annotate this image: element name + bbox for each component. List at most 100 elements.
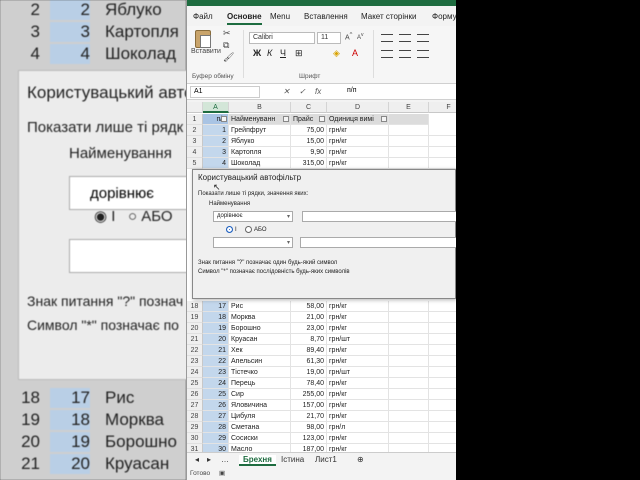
- cell-e[interactable]: [389, 301, 429, 312]
- align-left-icon[interactable]: [381, 50, 393, 58]
- cell-f[interactable]: [429, 323, 456, 334]
- sheet-tab-3[interactable]: Лист1: [311, 455, 341, 464]
- cell-idx[interactable]: 2: [203, 136, 229, 147]
- cell-e[interactable]: [389, 323, 429, 334]
- cell-e[interactable]: [389, 400, 429, 411]
- cell-idx[interactable]: 18: [203, 312, 229, 323]
- cell-idx[interactable]: 29: [203, 433, 229, 444]
- cell-f[interactable]: [429, 367, 456, 378]
- cell-idx[interactable]: 24: [203, 378, 229, 389]
- italic-button[interactable]: К: [267, 48, 272, 58]
- header-cell-price[interactable]: Прайс: [291, 114, 327, 125]
- decrease-font-icon[interactable]: Av: [357, 32, 364, 41]
- align-right-icon[interactable]: [417, 50, 429, 58]
- cell-price[interactable]: 78,40: [291, 378, 327, 389]
- cell-idx[interactable]: 19: [203, 323, 229, 334]
- cell-f[interactable]: [429, 378, 456, 389]
- radio-and-dot[interactable]: [226, 226, 233, 233]
- font-size-select[interactable]: 11: [317, 32, 341, 44]
- cell-idx[interactable]: 26: [203, 400, 229, 411]
- cell-name[interactable]: Грейпфрут: [229, 125, 291, 136]
- row-number[interactable]: 18: [187, 301, 203, 312]
- cell-name[interactable]: Апельсин: [229, 356, 291, 367]
- operator-select-2[interactable]: ▾: [213, 237, 293, 248]
- align-middle-icon[interactable]: [399, 34, 411, 42]
- cell-e[interactable]: [389, 356, 429, 367]
- cell-f[interactable]: [429, 345, 456, 356]
- tab-nav-prev-icon[interactable]: ◂: [191, 455, 203, 464]
- filter-dropdown-icon[interactable]: [319, 116, 325, 122]
- cell-e[interactable]: [389, 389, 429, 400]
- sheet-tab-1[interactable]: Брехня: [239, 455, 276, 466]
- cell-e[interactable]: [389, 312, 429, 323]
- tab-nav-more-icon[interactable]: …: [217, 455, 233, 464]
- column-header-b[interactable]: B: [229, 102, 291, 113]
- cell-price[interactable]: 21,70: [291, 411, 327, 422]
- cell-unit[interactable]: грн/кг: [327, 158, 389, 169]
- cell-name[interactable]: Перець: [229, 378, 291, 389]
- cell-name[interactable]: Цибуля: [229, 411, 291, 422]
- radio-or-dot[interactable]: [245, 226, 252, 233]
- cell-idx[interactable]: 28: [203, 422, 229, 433]
- cell-unit[interactable]: грн/л: [327, 422, 389, 433]
- cell-unit[interactable]: грн/кг: [327, 345, 389, 356]
- fill-color-icon[interactable]: ◈: [333, 48, 340, 59]
- cell-name[interactable]: Шоколад: [229, 158, 291, 169]
- cell-f[interactable]: [429, 389, 456, 400]
- cell-price[interactable]: 23,00: [291, 323, 327, 334]
- cell-price[interactable]: 21,00: [291, 312, 327, 323]
- cell-price[interactable]: 255,00: [291, 389, 327, 400]
- row-number[interactable]: 30: [187, 433, 203, 444]
- cell-idx[interactable]: 27: [203, 411, 229, 422]
- cell-f[interactable]: [429, 312, 456, 323]
- font-name-select[interactable]: Calibri: [249, 32, 315, 44]
- filter-dropdown-icon[interactable]: [381, 116, 387, 122]
- header-cell-name[interactable]: Найменуванн: [229, 114, 291, 125]
- cell-f[interactable]: [429, 136, 456, 147]
- cell-idx[interactable]: 25: [203, 389, 229, 400]
- value-input-1[interactable]: [302, 211, 462, 222]
- row-number[interactable]: 26: [187, 389, 203, 400]
- row-number[interactable]: 20: [187, 323, 203, 334]
- cell-price[interactable]: 15,00: [291, 136, 327, 147]
- column-header-a[interactable]: A: [203, 102, 229, 113]
- cell-unit[interactable]: грн/шт: [327, 367, 389, 378]
- tab-file[interactable]: Файл: [193, 12, 213, 21]
- cell-idx[interactable]: 23: [203, 367, 229, 378]
- paste-label[interactable]: Вставити: [191, 48, 221, 55]
- row-number[interactable]: 27: [187, 400, 203, 411]
- cell-e[interactable]: [389, 147, 429, 158]
- tab-page-layout[interactable]: Макет сторінки: [361, 12, 417, 21]
- cell-price[interactable]: 58,00: [291, 301, 327, 312]
- align-bottom-icon[interactable]: [417, 34, 429, 42]
- format-painter-icon[interactable]: 🖌: [223, 52, 234, 63]
- cell-e[interactable]: [389, 378, 429, 389]
- cell-price[interactable]: 19,00: [291, 367, 327, 378]
- cell-unit[interactable]: грн/кг: [327, 136, 389, 147]
- cell-price[interactable]: 9,90: [291, 147, 327, 158]
- header-cell-idx[interactable]: п/п: [203, 114, 229, 125]
- cell-price[interactable]: 61,30: [291, 356, 327, 367]
- cell-name[interactable]: Сметана: [229, 422, 291, 433]
- cell-unit[interactable]: грн/кг: [327, 301, 389, 312]
- borders-icon[interactable]: ⊞: [295, 48, 303, 59]
- cell-e[interactable]: [389, 158, 429, 169]
- cell-f[interactable]: [429, 334, 456, 345]
- cell-name[interactable]: Сосиски: [229, 433, 291, 444]
- font-color-icon[interactable]: A: [352, 48, 358, 58]
- row-number[interactable]: 22: [187, 345, 203, 356]
- tab-home[interactable]: Основне: [227, 12, 262, 25]
- name-box[interactable]: A1: [190, 86, 260, 98]
- cell-unit[interactable]: грн/кг: [327, 433, 389, 444]
- cell-f[interactable]: [429, 433, 456, 444]
- copy-icon[interactable]: ⧉: [223, 40, 229, 51]
- cell-price[interactable]: 75,00: [291, 125, 327, 136]
- cell-e[interactable]: [389, 367, 429, 378]
- column-header-f[interactable]: F: [429, 102, 456, 113]
- tab-menu[interactable]: Menu: [270, 12, 290, 21]
- sheet-tab-2[interactable]: Істина: [277, 455, 308, 464]
- bold-button[interactable]: Ж: [253, 48, 261, 58]
- cell-name[interactable]: Яблуко: [229, 136, 291, 147]
- cancel-icon[interactable]: ✕: [283, 87, 290, 96]
- formula-input[interactable]: п/п: [347, 87, 357, 94]
